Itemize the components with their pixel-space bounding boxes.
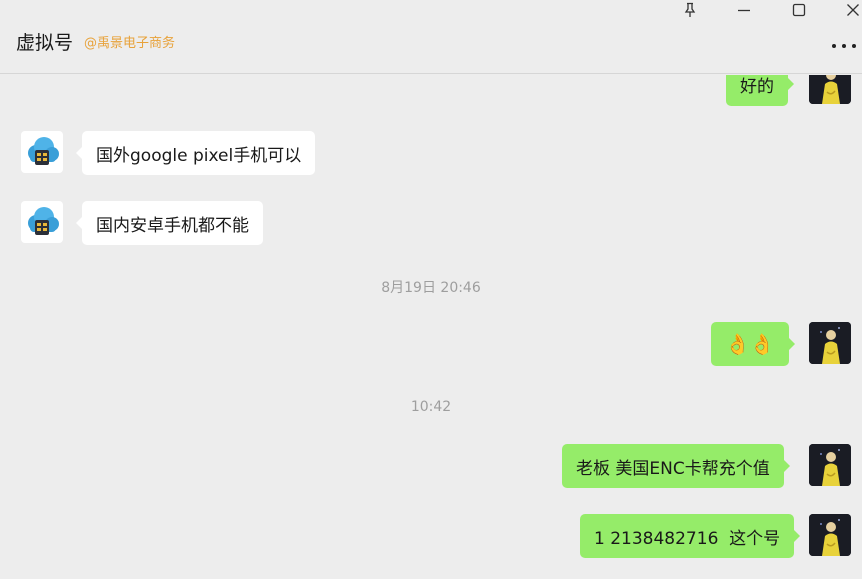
message-timestamp: 8月19日 20:46 (381, 280, 481, 296)
cloud-sim-icon (28, 137, 59, 165)
message-bubble-self[interactable]: 老板 美国ENC卡帮充个值 (562, 444, 790, 488)
message-bubble-self[interactable]: 1 2138482716 这个号 (580, 514, 801, 558)
chat-header: 虚拟号 @禹景电子商务 (0, 0, 862, 74)
user-avatar[interactable] (809, 444, 851, 486)
message-bubble-self[interactable]: 好的 (726, 75, 794, 106)
message-list[interactable]: 好的 国外google pixel手机可以 国内安卓手机都不能 8月19日 20… (0, 75, 862, 579)
user-avatar[interactable] (809, 322, 851, 364)
cloud-sim-icon (28, 207, 59, 235)
user-avatar[interactable] (809, 75, 851, 104)
minimize-icon[interactable] (729, 0, 759, 20)
message-bubble-other[interactable]: 国外google pixel手机可以 (75, 131, 316, 175)
user-avatar[interactable] (809, 514, 851, 556)
message-bubble-other[interactable]: 国内安卓手机都不能 (76, 201, 263, 245)
close-icon[interactable] (838, 0, 862, 20)
message-bubble-self-emoji[interactable]: 👌👌 (711, 322, 795, 366)
contact-avatar[interactable] (21, 201, 63, 243)
more-icon[interactable] (830, 38, 858, 54)
contact-avatar[interactable] (21, 131, 63, 173)
maximize-icon[interactable] (784, 0, 814, 20)
message-timestamp: 10:42 (410, 399, 452, 415)
chat-title[interactable]: 虚拟号 (16, 28, 73, 55)
chat-subtitle[interactable]: @禹景电子商务 (84, 32, 175, 51)
pin-icon[interactable] (675, 0, 705, 20)
